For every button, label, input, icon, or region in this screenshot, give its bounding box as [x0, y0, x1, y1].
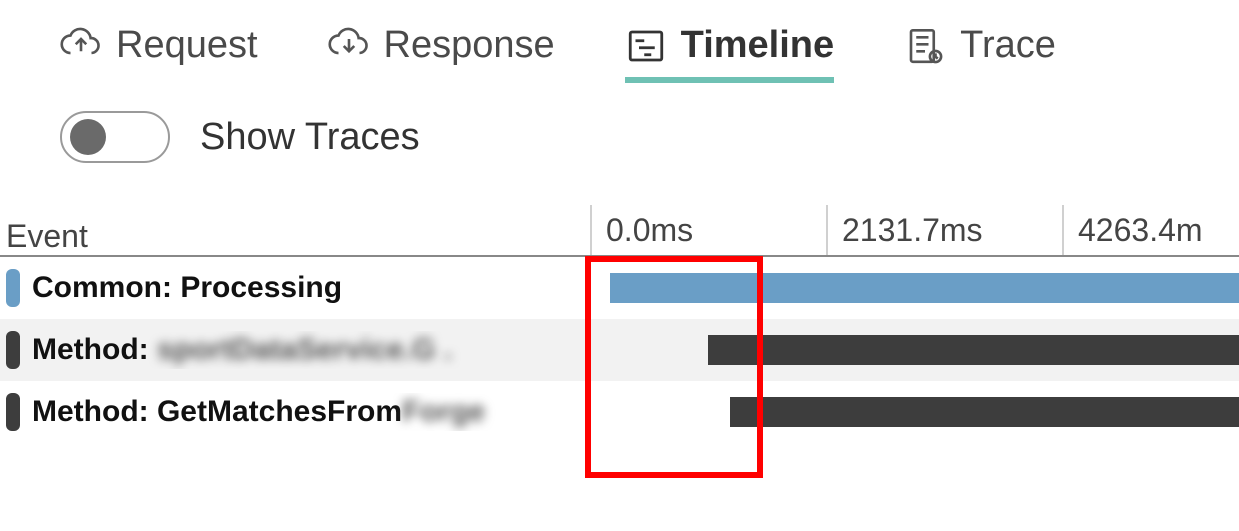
tab-response[interactable]: Response — [328, 24, 555, 81]
timeline-bar — [708, 335, 1239, 365]
row-marker-icon — [6, 269, 20, 307]
row-label: Common: Processing — [32, 271, 342, 305]
show-traces-toggle[interactable] — [60, 111, 170, 163]
cloud-up-icon — [60, 25, 102, 67]
time-col-1: 2131.7ms — [826, 205, 1062, 255]
timeline-bar — [610, 273, 1239, 303]
timeline-row[interactable]: Common: Processing — [0, 257, 1239, 319]
timeline-icon — [625, 25, 667, 67]
tab-trace[interactable]: Trace — [904, 24, 1056, 81]
tab-request-label: Request — [116, 24, 258, 67]
tab-request[interactable]: Request — [60, 24, 258, 81]
tab-bar: Request Response Timeline — [0, 24, 1239, 81]
col-event-header: Event — [0, 218, 590, 255]
cloud-down-icon — [328, 25, 370, 67]
row-label: Method: sportDataService.G . — [32, 333, 452, 367]
timeline-cell — [590, 381, 1239, 443]
tab-timeline[interactable]: Timeline — [625, 24, 834, 81]
toggle-knob — [70, 119, 106, 155]
show-traces-label: Show Traces — [200, 116, 420, 159]
timeline-row[interactable]: Method: sportDataService.G . — [0, 319, 1239, 381]
timeline-cell — [590, 257, 1239, 319]
timeline-header: Event 0.0ms 2131.7ms 4263.4m — [0, 205, 1239, 257]
time-col-2: 4263.4m — [1062, 205, 1239, 255]
timeline-bar — [730, 397, 1239, 427]
trace-icon — [904, 25, 946, 67]
time-col-0: 0.0ms — [590, 205, 826, 255]
tab-timeline-label: Timeline — [681, 24, 834, 67]
timeline-cell — [590, 319, 1239, 381]
row-label: Method: GetMatchesFromForge — [32, 395, 485, 429]
timeline-row[interactable]: Method: GetMatchesFromForge — [0, 381, 1239, 443]
row-marker-icon — [6, 393, 20, 431]
row-marker-icon — [6, 331, 20, 369]
tab-response-label: Response — [384, 24, 555, 67]
tab-trace-label: Trace — [960, 24, 1056, 67]
